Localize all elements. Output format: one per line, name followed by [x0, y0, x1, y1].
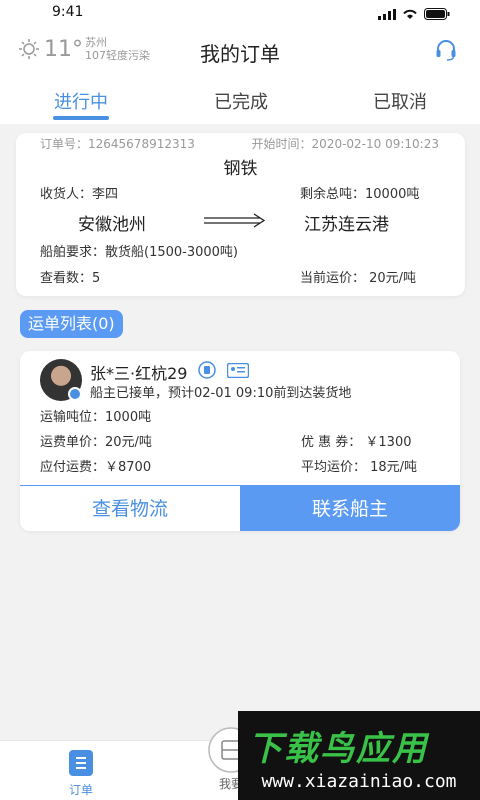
nav-label-orders: 订单 — [68, 783, 93, 797]
payable-freight: 应付运费：￥8700 — [40, 460, 152, 475]
current-price: 当前运价： 20元/吨 — [300, 271, 417, 286]
header: 11° 苏州 107轻度污染 我的订单 — [0, 26, 480, 80]
tab-cancelled[interactable]: 已取消 — [340, 88, 460, 114]
id-card-icon — [227, 363, 249, 378]
average-price: 平均运价： 18元/吨 — [301, 460, 418, 475]
remaining-tonnage: 剩余总吨：10000吨 — [300, 187, 420, 202]
order-status-text: 船主已接单，预计02-01 09:10前到达装货地 — [90, 386, 352, 401]
tab-completed[interactable]: 已完成 — [181, 88, 301, 114]
order-tabs: 进行中 已完成 已取消 — [0, 80, 480, 124]
route-arrow-icon — [204, 213, 266, 228]
origin-port: 安徽池州 — [78, 215, 146, 235]
destination-port: 江苏连云港 — [304, 215, 389, 235]
order-number: 订单号：12645678912313 — [40, 137, 195, 151]
waybill-card[interactable]: 张*三·红杭29 船主已接单，预计02-01 09:10前到达装货地 运输吨位：… — [20, 351, 460, 531]
order-start-time: 开始时间：2020-02-10 09:10:23 — [251, 137, 439, 151]
ship-requirement: 船舶要求：散货船(1500-3000吨) — [40, 245, 239, 260]
transport-tonnage: 运输吨位：1000吨 — [40, 410, 152, 425]
contact-shipowner-button[interactable]: 联系船主 — [240, 486, 460, 531]
status-bar: 9:41 — [0, 0, 480, 26]
insurance-badge-icon — [198, 361, 216, 379]
waybill-actions: 查看物流 联系船主 — [20, 485, 460, 531]
battery-icon — [424, 8, 450, 20]
watermark-url: www.xiazainiao.com — [261, 771, 457, 792]
unit-price: 运费单价：20元/吨 — [40, 435, 152, 450]
wifi-icon — [403, 9, 417, 19]
consignee: 收货人：李四 — [40, 187, 119, 202]
watermark-title: 下载鸟应用 — [248, 729, 428, 769]
status-icons — [378, 8, 450, 20]
page-title: 我的订单 — [200, 42, 280, 66]
tab-in-progress[interactable]: 进行中 — [21, 88, 141, 114]
nav-item-orders[interactable]: 订单 — [56, 749, 106, 798]
cargo-type: 钢铁 — [223, 159, 258, 179]
view-count: 查看数：5 — [40, 271, 101, 286]
order-card[interactable]: 订单号：12645678912313 开始时间：2020-02-10 09:10… — [16, 133, 465, 296]
headset-icon[interactable] — [434, 38, 458, 62]
shipowner-name: 张*三·红杭29 — [90, 364, 188, 383]
waybill-list-title: 运单列表(0) — [20, 310, 123, 338]
verified-check-icon — [68, 387, 82, 401]
orders-icon — [69, 750, 93, 776]
status-time: 9:41 — [52, 4, 84, 20]
tab-active-indicator — [53, 116, 109, 120]
watermark: 下载鸟应用 www.xiazainiao.com — [238, 711, 480, 800]
view-logistics-button[interactable]: 查看物流 — [20, 486, 240, 531]
coupon: 优 惠 券： ￥1300 — [301, 435, 412, 450]
signal-icon — [378, 8, 396, 20]
